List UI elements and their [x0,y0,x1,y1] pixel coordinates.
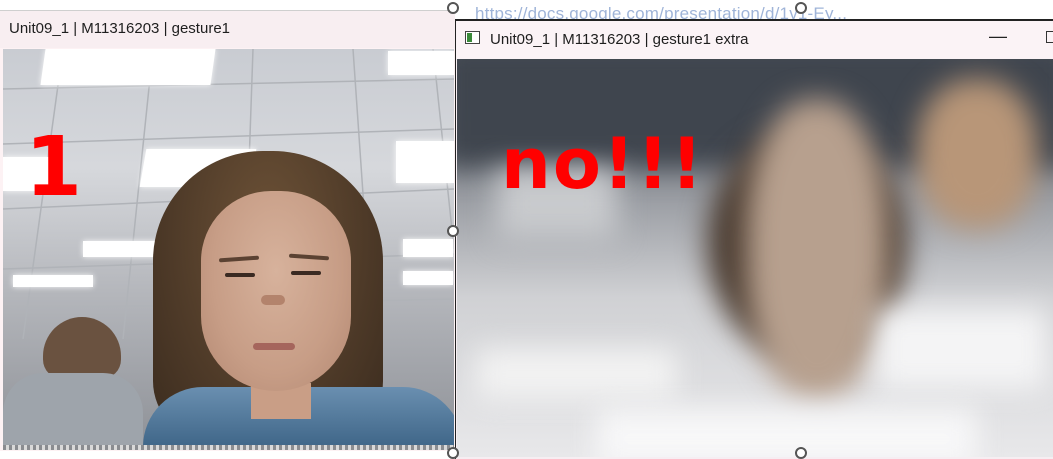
maximize-icon[interactable] [1046,31,1053,43]
blurred-floor-light [477,349,677,399]
resize-handle-bottom-right[interactable] [795,447,807,459]
blurred-background-person [917,79,1037,229]
gesture1-extra-window[interactable]: Unit09_1 | M11316203 | gesture1 extra — … [455,19,1053,459]
gesture-warning-overlay: no!!! [501,123,705,205]
ceiling-light [40,49,216,85]
gesture1-extra-titlebar[interactable]: Unit09_1 | M11316203 | gesture1 extra — [456,21,1053,59]
gesture1-extra-camera-feed: no!!! [457,59,1053,457]
gesture-count-overlay: 1 [25,120,83,215]
resize-handle-bottom[interactable] [447,447,459,459]
gesture1-camera-feed: 1 [3,49,454,445]
person-eye [291,271,321,275]
blurred-floor-light [877,309,1047,389]
ceiling-light [388,51,454,75]
background-person-head [43,317,121,379]
blurred-person-face [747,99,887,399]
resize-handle-top[interactable] [447,2,459,14]
app-window-icon [465,31,480,44]
person-face [201,191,351,391]
ceiling-light [13,275,93,287]
background-person [3,317,143,445]
gesture1-titlebar[interactable]: Unit09_1 | M11316203 | gesture1 [0,11,455,48]
resize-handle-top-right[interactable] [795,2,807,14]
person-eye [225,273,255,277]
person-mouth [253,343,295,350]
gesture1-extra-window-title: Unit09_1 | M11316203 | gesture1 extra [490,31,749,48]
gesture1-window[interactable]: Unit09_1 | M11316203 | gesture1 1 [0,10,455,451]
background-person-body [3,373,143,445]
foreground-person [123,147,454,445]
gesture1-bottom-edge [3,445,454,450]
resize-handle-middle[interactable] [447,225,459,237]
minimize-button[interactable]: — [986,27,1010,49]
gesture1-window-title: Unit09_1 | M11316203 | gesture1 [9,20,231,37]
person-nose [261,295,285,305]
blurred-floor-light [597,409,977,457]
